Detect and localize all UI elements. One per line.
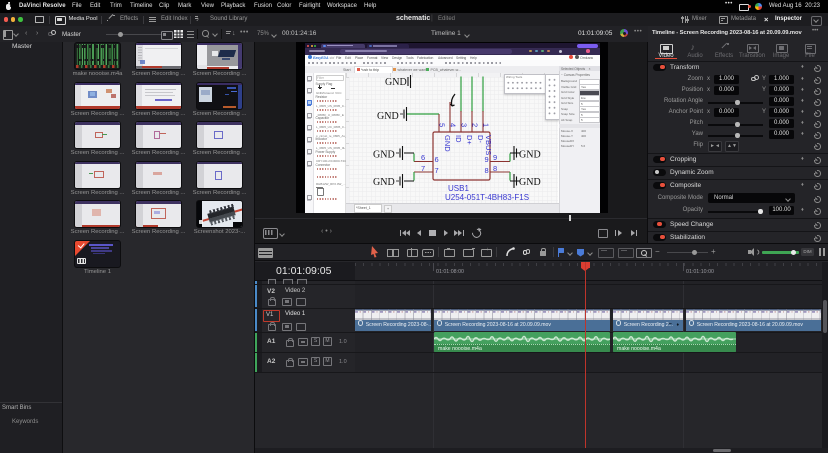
svg-text:VBUS: VBUS — [484, 135, 493, 155]
svg-text:9: 9 — [485, 155, 489, 164]
svg-text:7: 7 — [421, 164, 425, 173]
svg-text:GND: GND — [373, 177, 395, 188]
svg-text:GND: GND — [443, 135, 452, 152]
svg-text:3: 3 — [460, 123, 469, 127]
svg-text:8: 8 — [493, 164, 497, 173]
svg-text:8: 8 — [485, 166, 489, 175]
svg-text:ID: ID — [454, 135, 463, 143]
svg-text:GND: GND — [519, 150, 541, 161]
svg-text:D-: D- — [476, 135, 485, 143]
svg-text:6: 6 — [421, 153, 425, 162]
svg-text:4: 4 — [449, 123, 458, 127]
svg-text:6: 6 — [435, 155, 439, 164]
svg-text:GND: GND — [377, 111, 399, 122]
svg-text:U254-051T-4BH83-F1S: U254-051T-4BH83-F1S — [445, 193, 529, 202]
svg-text:GND: GND — [519, 177, 541, 188]
svg-text:2: 2 — [471, 123, 480, 127]
svg-text:GND: GND — [385, 77, 407, 88]
svg-text:5: 5 — [438, 123, 447, 127]
svg-text:1: 1 — [482, 123, 491, 127]
svg-text:GND: GND — [373, 150, 395, 161]
svg-text:D+: D+ — [465, 135, 474, 145]
svg-text:7: 7 — [435, 166, 439, 175]
svg-text:9: 9 — [493, 153, 497, 162]
svg-text:USB1: USB1 — [448, 184, 469, 193]
